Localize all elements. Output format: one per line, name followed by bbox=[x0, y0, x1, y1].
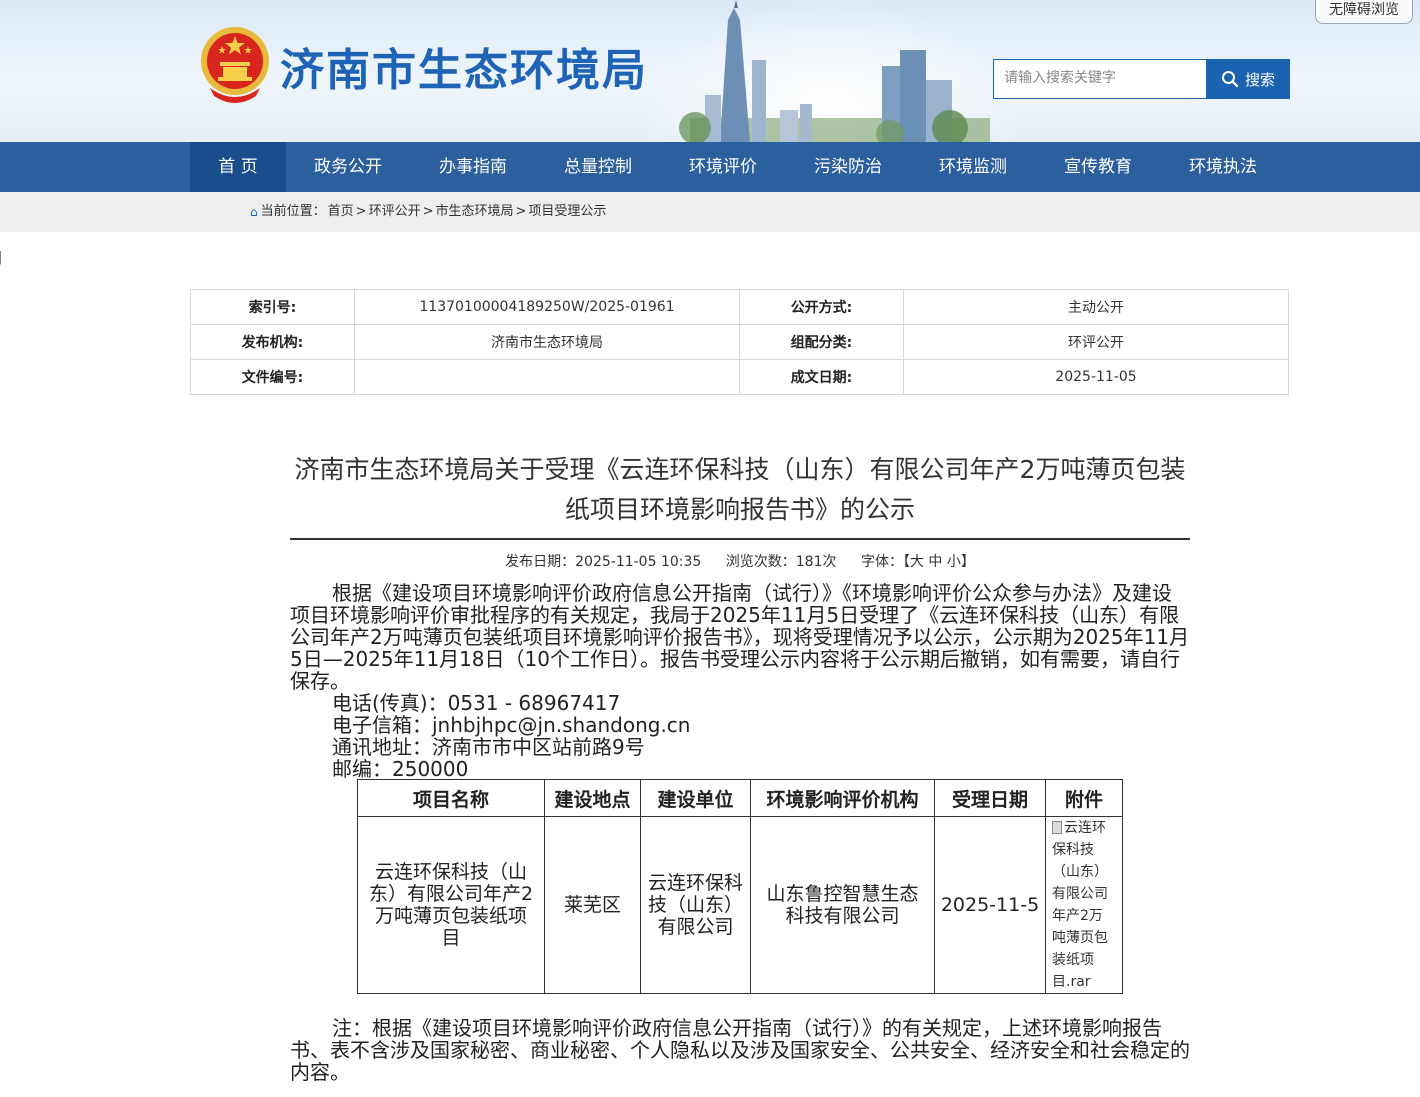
meta-key: 发布机构: bbox=[190, 324, 355, 360]
city-skyline-image bbox=[679, 0, 990, 142]
meta-key: 成文日期: bbox=[739, 359, 904, 395]
article-paragraph: 根据《建设项目环境影响评价政府信息公开指南（试行）》《环境影响评价公众参与办法》… bbox=[290, 581, 1190, 693]
project-date-cell: 2025-11-5 bbox=[934, 816, 1046, 994]
meta-key: 文件编号: bbox=[190, 359, 355, 395]
breadcrumb-prefix: 当前位置： bbox=[260, 204, 326, 219]
project-eia-org-cell: 山东鲁控智慧生态科技有限公司 bbox=[750, 816, 935, 994]
breadcrumb-item-eia-public[interactable]: 环评公开 bbox=[369, 192, 421, 232]
project-table-header: 项目名称 建设地点 建设单位 环境影响评价机构 受理日期 附件 bbox=[357, 779, 1123, 817]
meta-value bbox=[354, 359, 740, 395]
meta-key: 组配分类: bbox=[739, 324, 904, 360]
column-header: 建设地点 bbox=[544, 779, 641, 817]
disclaimer-note: 注：根据《建设项目环境影响评价政府信息公开指南（试行）》的有关规定，上述环境影响… bbox=[290, 1016, 1190, 1084]
meta-row: 文件编号: 成文日期: 2025-11-05 bbox=[190, 359, 1289, 395]
project-builder-cell: 云连环保科技（山东）有限公司 bbox=[640, 816, 751, 994]
breadcrumb-item-home[interactable]: 首页 bbox=[328, 192, 354, 232]
nav-item-pollution-control[interactable]: 污染防治 bbox=[798, 142, 898, 192]
nav-item-service-guide[interactable]: 办事指南 bbox=[423, 142, 523, 192]
search-button-label: 搜索 bbox=[1244, 70, 1275, 89]
article-info: 发布日期：2025-11-05 10:35 浏览次数：181次 字体：【大 中 … bbox=[290, 551, 1190, 571]
search-box bbox=[993, 59, 1214, 99]
font-size-switcher[interactable]: 字体：【大 中 小】 bbox=[861, 554, 975, 570]
breadcrumb-item-bureau[interactable]: 市生态环境局 bbox=[435, 192, 513, 232]
attachment-cell: 云连环保科技（山东）有限公司年产2万吨薄页包装纸项目.rar bbox=[1045, 816, 1123, 994]
nav-item-enforcement[interactable]: 环境执法 bbox=[1173, 142, 1273, 192]
meta-value: 2025-11-05 bbox=[903, 359, 1289, 395]
column-header: 受理日期 bbox=[934, 779, 1046, 817]
column-header: 建设单位 bbox=[640, 779, 751, 817]
file-icon bbox=[1052, 821, 1062, 834]
breadcrumb-item-current[interactable]: 项目受理公示 bbox=[528, 192, 606, 232]
table-row: 云连环保科技（山东）有限公司年产2万吨薄页包装纸项目 莱芜区 云连环保科技（山东… bbox=[357, 816, 1123, 994]
meta-value: 环评公开 bbox=[903, 324, 1289, 360]
meta-row: 索引号: 11370100004189250W/2025-01961 公开方式:… bbox=[190, 289, 1289, 325]
contact-email: 电子信箱：jnhbjhpc@jn.shandong.cn bbox=[332, 713, 691, 737]
view-count: 浏览次数：181次 bbox=[725, 554, 837, 570]
nav-item-env-monitoring[interactable]: 环境监测 bbox=[923, 142, 1023, 192]
stray-marker: | bbox=[0, 250, 3, 265]
breadcrumb: ⌂ 当前位置： 首页 > 环评公开 > 市生态环境局 > 项目受理公示 bbox=[250, 192, 606, 232]
column-header: 附件 bbox=[1045, 779, 1123, 817]
nav-item-home[interactable]: 首 页 bbox=[190, 142, 286, 192]
search-icon bbox=[1221, 71, 1239, 88]
project-location-cell: 莱芜区 bbox=[544, 816, 641, 994]
project-table: 项目名称 建设地点 建设单位 环境影响评价机构 受理日期 附件 云连环保科技（山… bbox=[357, 779, 1123, 994]
column-header: 项目名称 bbox=[357, 779, 545, 817]
nav-item-env-assessment[interactable]: 环境评价 bbox=[673, 142, 773, 192]
contact-address: 通讯地址：济南市市中区站前路9号 bbox=[332, 735, 645, 759]
article-title: 济南市生态环境局关于受理《云连环保科技（山东）有限公司年产2万吨薄页包装纸项目环… bbox=[294, 455, 1186, 524]
article-content: 根据《建设项目环境影响评价政府信息公开指南（试行）》《环境影响评价公众参与办法》… bbox=[290, 582, 1190, 780]
meta-value: 济南市生态环境局 bbox=[354, 324, 740, 360]
title-divider bbox=[290, 538, 1190, 540]
site-title[interactable]: 济南市生态环境局 bbox=[280, 34, 648, 98]
nav-item-total-control[interactable]: 总量控制 bbox=[548, 142, 648, 192]
accessibility-button[interactable]: 无障碍浏览 bbox=[1315, 0, 1413, 24]
contact-phone: 电话(传真)：0531 - 68967417 bbox=[332, 691, 621, 715]
nav-item-gov-affairs[interactable]: 政务公开 bbox=[298, 142, 398, 192]
meta-key: 公开方式: bbox=[739, 289, 904, 325]
nav-item-publicity[interactable]: 宣传教育 bbox=[1048, 142, 1148, 192]
meta-value: 主动公开 bbox=[903, 289, 1289, 325]
meta-row: 发布机构: 济南市生态环境局 组配分类: 环评公开 bbox=[190, 324, 1289, 360]
national-emblem-logo bbox=[201, 27, 269, 103]
column-header: 环境影响评价机构 bbox=[750, 779, 935, 817]
publish-date: 发布日期：2025-11-05 10:35 bbox=[505, 554, 702, 570]
attachment-link[interactable]: 云连环保科技（山东）有限公司年产2万吨薄页包装纸项目.rar bbox=[1052, 820, 1108, 990]
search-button[interactable]: 搜索 bbox=[1206, 59, 1290, 99]
project-name-cell: 云连环保科技（山东）有限公司年产2万吨薄页包装纸项目 bbox=[357, 816, 545, 994]
search-input[interactable] bbox=[994, 60, 1214, 96]
meta-value: 11370100004189250W/2025-01961 bbox=[354, 289, 740, 325]
main-nav: 首 页 政务公开 办事指南 总量控制 环境评价 污染防治 环境监测 宣传教育 环… bbox=[0, 142, 1420, 192]
meta-table: 索引号: 11370100004189250W/2025-01961 公开方式:… bbox=[190, 289, 1289, 395]
home-icon: ⌂ bbox=[250, 205, 258, 219]
meta-key: 索引号: bbox=[190, 289, 355, 325]
contact-postcode: 邮编：250000 bbox=[332, 757, 469, 781]
breadcrumb-bar: ⌂ 当前位置： 首页 > 环评公开 > 市生态环境局 > 项目受理公示 bbox=[0, 192, 1420, 232]
site-header: 济南市生态环境局 无障碍浏览 搜索 bbox=[0, 0, 1420, 142]
